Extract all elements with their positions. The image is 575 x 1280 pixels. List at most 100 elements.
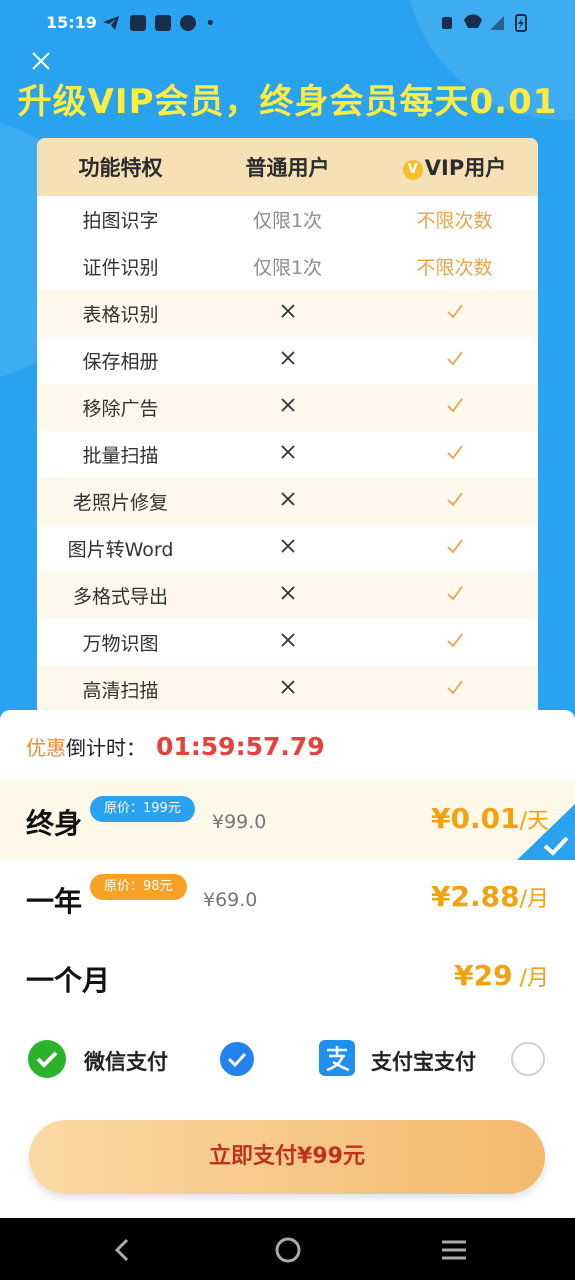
wechat-pay-radio[interactable] (220, 1042, 254, 1076)
countdown-timer: 01:59:57.79 (156, 732, 325, 761)
table-row: 拍图识字 仅限1次 不限次数 (37, 196, 538, 243)
home-icon[interactable] (274, 1236, 302, 1264)
system-status-icons (442, 14, 527, 32)
promo-headline: 升级VIP会员，终身会员每天0.01 (17, 82, 558, 122)
vibrate-icon (442, 17, 452, 29)
alipay-label[interactable]: 支付宝支付 (371, 1046, 476, 1076)
bag-icon (155, 15, 171, 31)
plan-name: 一年 (26, 885, 83, 918)
wechat-pay-label[interactable]: 微信支付 (84, 1046, 168, 1076)
cross-icon (204, 631, 371, 654)
cross-icon (204, 537, 371, 560)
status-dot: • (205, 12, 216, 34)
check-icon (371, 302, 538, 325)
check-icon (371, 584, 538, 607)
table-row: 证件识别 仅限1次 不限次数 (37, 243, 538, 290)
cross-icon (204, 490, 371, 513)
feature-name: 多格式导出 (72, 586, 168, 608)
table-row: 万物识图 (37, 619, 538, 666)
close-icon[interactable] (28, 48, 54, 74)
vip-crown-icon: V (402, 160, 423, 180)
cross-icon (204, 349, 371, 372)
cross-icon (204, 443, 371, 466)
feature-name: 图片转Word (67, 539, 174, 561)
check-icon (371, 537, 538, 560)
table-row: 移除广告 (37, 384, 538, 431)
notification-icons: • (130, 12, 216, 34)
status-bar: 15:19 • (0, 0, 575, 46)
table-row: 表格识别 (37, 290, 538, 337)
plan-list-price: ¥99.0 (212, 811, 267, 833)
wechat-pay-icon (28, 1040, 66, 1078)
plan-lifetime[interactable]: 终身 原价：199元 ¥99.0 ¥0.01/天 (0, 780, 575, 860)
promo-header: 15:19 • 升级VIP会员，终身会员每天0.01 功能特权 普通用户 V VI… (0, 0, 575, 720)
table-row: 保存相册 (37, 337, 538, 384)
compass-icon (180, 15, 196, 31)
plan-name: 终身 (26, 807, 83, 840)
feature-comparison-table: 功能特权 普通用户 V VIP用户 拍图识字 仅限1次 不限次数 证件识别 仅限1次 不限次… (37, 138, 538, 720)
system-nav-bar (0, 1218, 575, 1280)
plan-price: ¥29 /月 (454, 959, 549, 992)
feature-name: 证件识别 (82, 257, 159, 279)
vip-user-value: 不限次数 (416, 257, 493, 279)
table-row: 老照片修复 (37, 478, 538, 525)
countdown-label: 倒计时： (66, 736, 146, 760)
countdown: 优惠 倒计时： 01:59:57.79 (26, 732, 325, 761)
alipay-icon (319, 1040, 355, 1076)
plan-name: 一个月 (26, 964, 111, 997)
feature-name: 移除广告 (82, 398, 159, 420)
header-vip-label: VIP用户 (424, 156, 507, 180)
price-value: ¥2.88 (431, 880, 520, 913)
original-price-tag: 原价：98元 (90, 874, 187, 900)
feature-name: 万物识图 (82, 633, 159, 655)
plan-one-month[interactable]: 一个月 ¥29 /月 (0, 937, 575, 1017)
bag-icon (130, 15, 146, 31)
feature-name: 老照片修复 (72, 492, 168, 514)
signal-icon (490, 16, 504, 30)
telegram-icon (103, 16, 119, 30)
alipay-radio[interactable] (511, 1042, 545, 1076)
status-time: 15:19 (46, 13, 97, 32)
table-row: 多格式导出 (37, 572, 538, 619)
check-icon (371, 631, 538, 654)
price-unit: /月 (519, 887, 549, 912)
table-row: 图片转Word (37, 525, 538, 572)
payment-methods: 微信支付 支付宝支付 (0, 1030, 575, 1090)
plan-one-year[interactable]: 一年 原价：98元 ¥69.0 ¥2.88/月 (0, 858, 575, 938)
check-icon (371, 490, 538, 513)
plan-price: ¥2.88/月 (431, 880, 549, 913)
feature-name: 拍图识字 (82, 210, 159, 232)
feature-name: 批量扫描 (82, 445, 159, 467)
price-unit: /月 (512, 966, 549, 991)
header-feature: 功能特权 (78, 156, 163, 180)
plan-list-price: ¥69.0 (203, 889, 258, 911)
cross-icon (204, 678, 371, 701)
feature-name: 表格识别 (82, 304, 159, 326)
table-row: 批量扫描 (37, 431, 538, 478)
cross-icon (204, 302, 371, 325)
selected-check-icon (517, 804, 575, 860)
cross-icon (204, 584, 371, 607)
table-body: 拍图识字 仅限1次 不限次数 证件识别 仅限1次 不限次数 表格识别 保存相册 移除广告 批量扫描… (37, 196, 538, 713)
normal-user-value: 仅限1次 (252, 257, 323, 279)
table-row: 高清扫描 (37, 666, 538, 713)
check-icon (371, 443, 538, 466)
wifi-icon (464, 14, 482, 28)
vip-user-value: 不限次数 (416, 210, 493, 232)
price-value: ¥0.01 (431, 802, 520, 835)
cross-icon (204, 396, 371, 419)
check-icon (371, 678, 538, 701)
feature-name: 保存相册 (82, 351, 159, 373)
recents-icon[interactable] (440, 1239, 468, 1261)
original-price-tag: 原价：199元 (90, 796, 195, 822)
check-icon (371, 396, 538, 419)
countdown-label-highlight: 优惠 (26, 736, 66, 760)
header-vip-user: V VIP用户 (371, 152, 538, 182)
feature-name: 高清扫描 (82, 680, 159, 702)
check-icon (371, 349, 538, 372)
header-normal-user: 普通用户 (245, 156, 330, 180)
pay-now-button[interactable]: 立即支付¥99元 (29, 1120, 545, 1194)
table-header: 功能特权 普通用户 V VIP用户 (37, 138, 538, 196)
back-icon[interactable] (112, 1238, 132, 1262)
normal-user-value: 仅限1次 (252, 210, 323, 232)
